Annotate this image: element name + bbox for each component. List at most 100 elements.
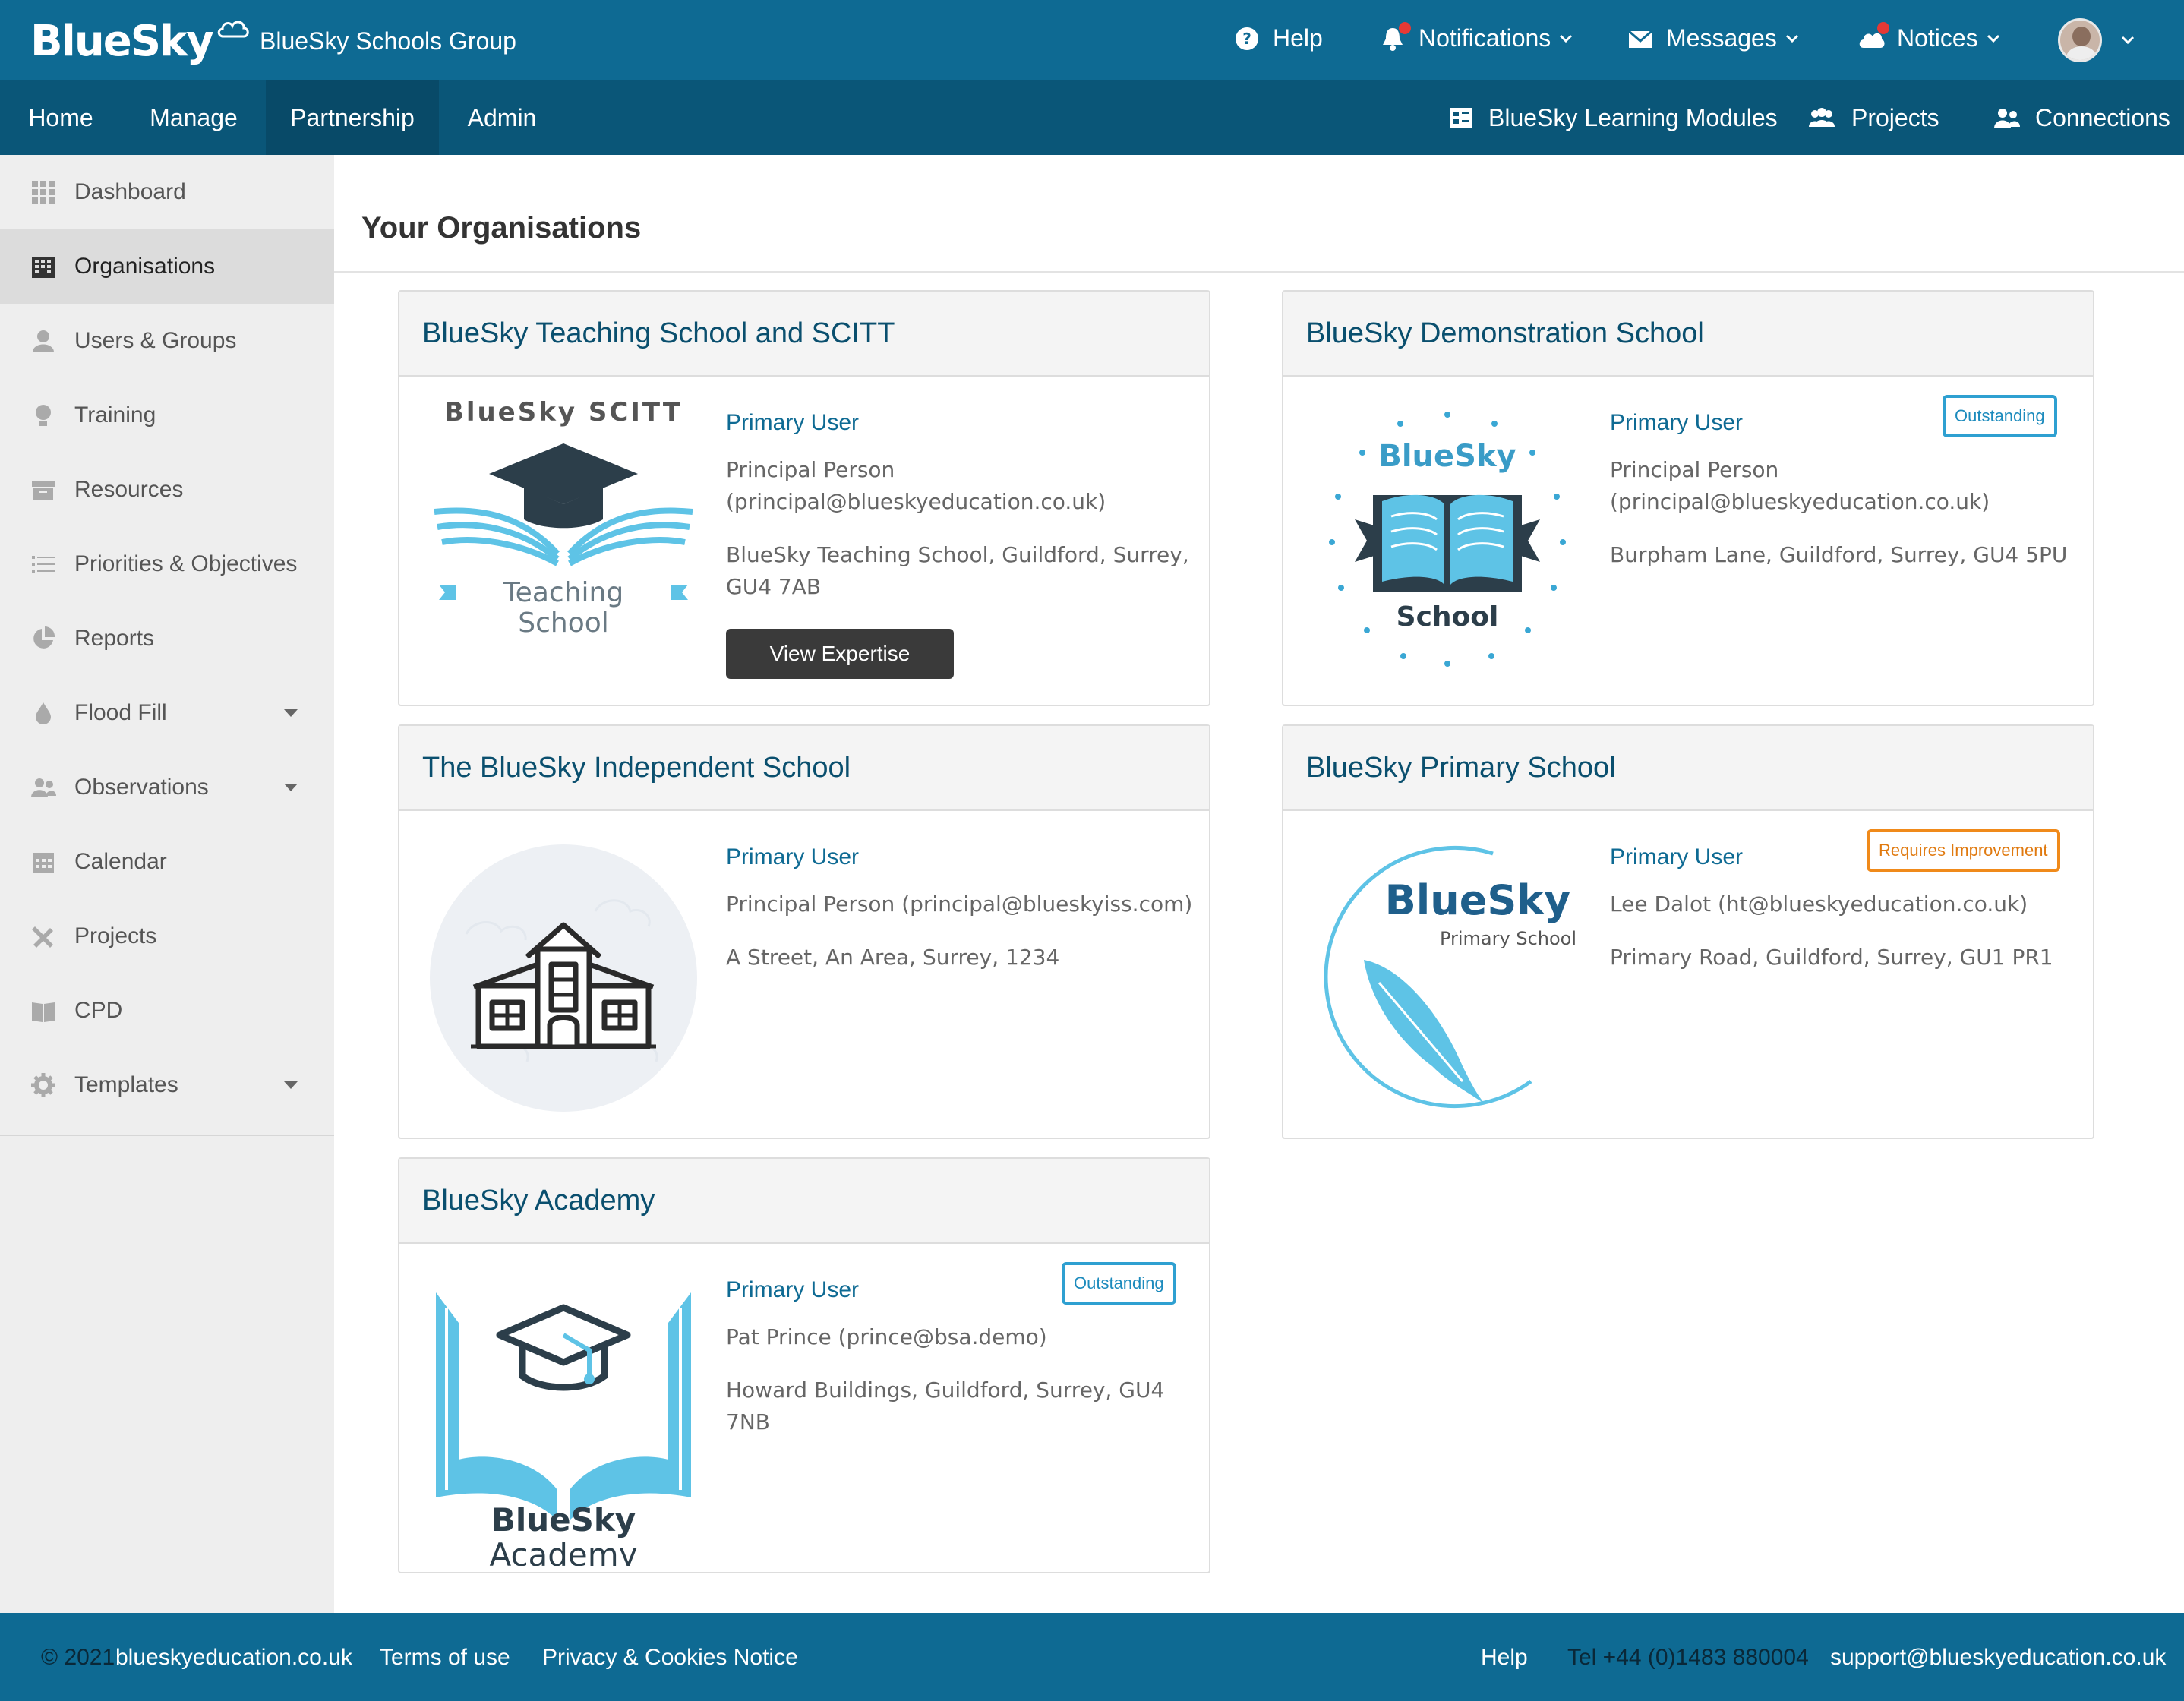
connections-icon [1994, 109, 2020, 128]
notification-dot [1399, 21, 1411, 34]
logo-text: School [1397, 601, 1499, 633]
book-icon [32, 1002, 55, 1022]
footer: © 2021 blueskyeducation.co.uk Terms of u… [0, 1613, 2184, 1701]
sidebar-item-templates[interactable]: Templates [0, 1048, 334, 1122]
sidebar-item-calendar[interactable]: Calendar [0, 825, 334, 899]
help-link[interactable]: ? Help [1233, 24, 1323, 52]
list-icon [32, 556, 55, 573]
nav-manage[interactable]: Manage [122, 80, 266, 155]
sidebar-item-resources[interactable]: Resources [0, 453, 334, 527]
svg-text:?: ? [1242, 30, 1251, 48]
nav-learning-modules[interactable]: BlueSky Learning Modules [1449, 80, 1778, 155]
logo-text: Academy [489, 1536, 637, 1566]
page-title: Your Organisations [361, 211, 642, 245]
primary-user-email: (principal@blueskyeducation.co.uk) [1610, 489, 1990, 514]
sidebar-item-training[interactable]: Training [0, 378, 334, 453]
org-name-link[interactable]: BlueSky Demonstration School [1306, 317, 1704, 350]
sidebar-item-label: Calendar [74, 849, 167, 874]
chevron-down-icon [1560, 34, 1573, 43]
footer-copyright: © 2021 [41, 1645, 115, 1670]
messages-label: Messages [1666, 24, 1777, 52]
calendar-icon [33, 853, 54, 873]
badge-label: Requires Improvement [1879, 841, 2048, 860]
sidebar-item-label: Observations [74, 775, 209, 800]
footer-terms-link[interactable]: Terms of use [380, 1645, 510, 1671]
notices-label: Notices [1897, 24, 1978, 52]
sidebar-item-label: Organisations [74, 254, 216, 279]
sidebar-item-projects[interactable]: Projects [0, 899, 334, 974]
footer-site-link[interactable]: blueskyeducation.co.uk [115, 1645, 352, 1671]
nav-connections[interactable]: Connections [1993, 80, 2170, 155]
sidebar-item-organisations[interactable]: Organisations [0, 229, 334, 304]
sidebar-item-label: Users & Groups [74, 328, 237, 353]
org-address: Howard Buildings, Guildford, Surrey, GU4… [726, 1378, 1165, 1434]
group-icon [1809, 108, 1835, 127]
notifications-menu[interactable]: Notifications [1379, 21, 1573, 52]
org-address: A Street, An Area, Surrey, 1234 [726, 945, 1060, 970]
org-name-link[interactable]: BlueSky Primary School [1306, 752, 1616, 784]
user-menu[interactable] [2058, 18, 2135, 62]
bluesky-logo[interactable]: BlueSky [30, 11, 251, 71]
envelope-icon [1627, 25, 1654, 52]
chevron-down-icon [2121, 36, 2135, 45]
primary-school-logo: BlueSky Primary School [1324, 846, 1576, 1108]
primary-user-name: Pat Prince (prince@bsa.demo) [726, 1324, 1047, 1349]
logo-text: Primary School [1440, 928, 1576, 949]
sidebar-item-users-groups[interactable]: Users & Groups [0, 304, 334, 378]
footer-email-link[interactable]: support@blueskyeducation.co.uk [1830, 1645, 2166, 1671]
nav-home[interactable]: Home [0, 80, 122, 155]
grid-icon [32, 181, 55, 204]
academy-logo: BlueSky Academy [436, 1292, 691, 1566]
sidebar-item-cpd[interactable]: CPD [0, 974, 334, 1048]
nav-projects[interactable]: Projects [1807, 80, 1939, 155]
nav-partnership[interactable]: Partnership [266, 80, 439, 155]
sidebar-item-label: Dashboard [74, 179, 186, 204]
chevron-down-icon [1987, 34, 1999, 43]
logo-text: School [518, 608, 609, 639]
org-name-link[interactable]: The BlueSky Independent School [422, 752, 851, 784]
sidebar-item-dashboard[interactable]: Dashboard [0, 155, 334, 229]
org-card: The BlueSky Independent School Primary U… [398, 724, 1210, 1139]
sidebar-item-label: CPD [74, 998, 123, 1023]
sidebar-item-label: Priorities & Objectives [74, 551, 298, 576]
sidebar-item-label: Templates [74, 1072, 178, 1097]
org-card: BlueSky Demonstration School BlueSky Sch… [1282, 290, 2094, 706]
notices-menu[interactable]: Notices [1857, 21, 2001, 52]
footer-privacy-link[interactable]: Privacy & Cookies Notice [542, 1645, 798, 1671]
ofsted-outstanding-badge: Outstanding [1943, 395, 2057, 437]
sidebar-item-label: Projects [74, 923, 157, 948]
nav-manage-label: Manage [150, 103, 238, 131]
sidebar-item-priorities[interactable]: Priorities & Objectives [0, 527, 334, 601]
users-icon [31, 778, 56, 797]
ofsted-requires-improvement-badge: Requires Improvement [1867, 829, 2060, 872]
sidebar-item-flood-fill[interactable]: Flood Fill [0, 676, 334, 750]
sidebar-item-observations[interactable]: Observations [0, 750, 334, 825]
nav-admin[interactable]: Admin [439, 80, 565, 155]
footer-tel: Tel +44 (0)1483 880004 [1567, 1645, 1809, 1670]
messages-menu[interactable]: Messages [1627, 24, 1800, 52]
ofsted-outstanding-badge: Outstanding [1062, 1262, 1176, 1305]
logo-text: BlueSky [30, 16, 214, 66]
primary-user-email: (principal@blueskyeducation.co.uk) [726, 489, 1106, 514]
sidebar-item-reports[interactable]: Reports [0, 601, 334, 676]
footer-help-link[interactable]: Help [1481, 1645, 1528, 1671]
help-icon: ? [1233, 25, 1261, 52]
card-header: The BlueSky Independent School [399, 726, 1209, 811]
primary-user-label: Primary User [726, 410, 860, 435]
nav-learning-modules-label: BlueSky Learning Modules [1488, 103, 1778, 131]
org-card: BlueSky Academy BlueSky Academy Primary … [398, 1157, 1210, 1573]
gear-icon [31, 1073, 55, 1097]
org-name-link[interactable]: BlueSky Academy [422, 1185, 655, 1217]
org-name-link[interactable]: BlueSky Teaching School and SCITT [422, 317, 895, 350]
primary-user-label: Primary User [726, 1277, 860, 1302]
user-icon [33, 330, 54, 352]
caret-down-icon [284, 709, 298, 717]
modules-icon [1450, 108, 1472, 128]
view-expertise-button[interactable]: View Expertise [726, 629, 954, 679]
sidebar-item-label: Resources [74, 477, 184, 502]
org-card: BlueSky Primary School BlueSky Primary S… [1282, 724, 2094, 1139]
caret-down-icon [284, 784, 298, 791]
badge-label: Outstanding [1955, 406, 2045, 425]
drop-icon [36, 702, 51, 724]
title-divider [334, 271, 2184, 273]
